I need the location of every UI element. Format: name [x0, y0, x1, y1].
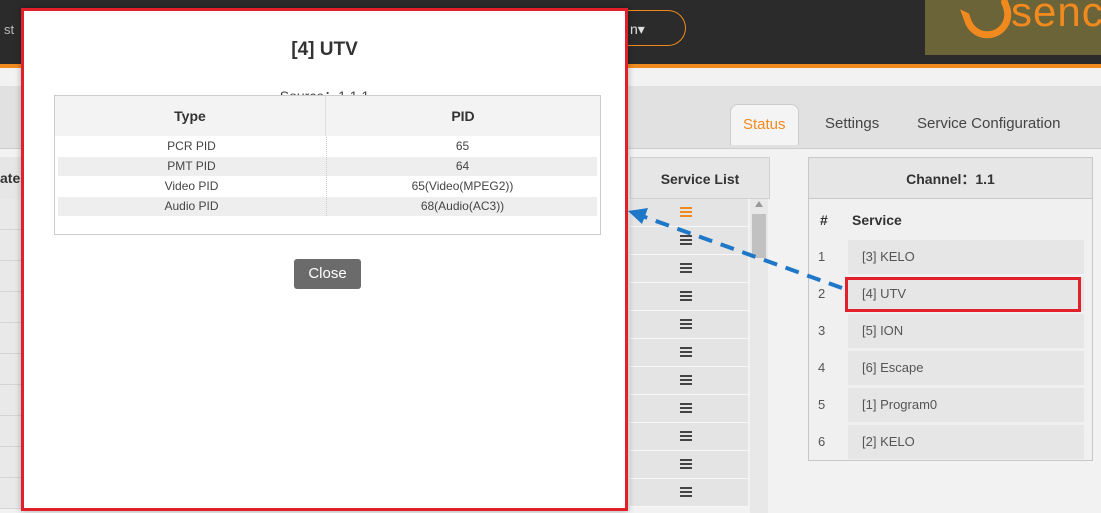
logo-text: senc: [1011, 0, 1101, 35]
arrow-line: [641, 214, 843, 290]
table-row: PCR PID 65: [58, 137, 597, 156]
list-icon[interactable]: [680, 403, 692, 414]
tab-status[interactable]: Status: [730, 104, 799, 145]
service-list-row[interactable]: [630, 423, 748, 451]
channel-row-service[interactable]: [5] ION: [848, 314, 1084, 348]
modal-title: [4] UTV: [291, 39, 358, 60]
list-icon[interactable]: [680, 431, 692, 442]
list-icon[interactable]: [680, 375, 692, 386]
header-dropdown-label[interactable]: n▾: [630, 21, 645, 38]
service-list-header: Service List: [630, 157, 770, 199]
logo-swirl-icon: [959, 0, 1019, 46]
service-list-row[interactable]: [630, 451, 748, 479]
pid-value-cell: 65: [326, 137, 598, 156]
list-icon[interactable]: [680, 347, 692, 358]
channel-title: Channel：1.1: [808, 157, 1093, 199]
pid-table-header-pid: PID: [326, 96, 600, 136]
pid-type-cell: PMT PID: [167, 159, 216, 173]
channel-row-service[interactable]: [1] Program0: [848, 388, 1084, 422]
pid-type-cell: Audio PID: [164, 199, 219, 213]
pid-type-cell: Video PID: [164, 179, 219, 193]
service-list-row[interactable]: [630, 479, 748, 507]
channel-col-service: Service: [852, 212, 902, 228]
tab-settings[interactable]: Settings: [813, 104, 891, 144]
pid-table-header-type: Type: [55, 96, 326, 136]
table-row: Video PID 65(Video(MPEG2)): [58, 177, 597, 196]
service-list-row[interactable]: [630, 395, 748, 423]
channel-row-number: 3: [818, 323, 826, 338]
channel-row-number: 6: [818, 434, 826, 449]
table-row: PMT PID 64: [58, 157, 597, 176]
pid-type-cell: PCR PID: [167, 139, 216, 153]
service-list-row[interactable]: [630, 367, 748, 395]
pid-value-cell: 64: [326, 157, 598, 176]
channel-row-number: 4: [818, 360, 826, 375]
selected-service-highlight: [845, 277, 1081, 312]
annotation-arrow-icon: [628, 208, 843, 290]
close-button[interactable]: Close: [294, 259, 361, 289]
list-icon[interactable]: [680, 459, 692, 470]
channel-row-service[interactable]: [3] KELO: [848, 240, 1084, 274]
service-list-row[interactable]: [630, 311, 748, 339]
tab-service-configuration[interactable]: Service Configuration: [905, 104, 1072, 144]
list-icon[interactable]: [680, 487, 692, 498]
service-detail-modal: [4] UTV Source：1.1.1 Type PID PCR PID 65…: [21, 8, 628, 511]
channel-row-service[interactable]: [6] Escape: [848, 351, 1084, 385]
channel-row-number: 5: [818, 397, 826, 412]
channel-row-service[interactable]: [2] KELO: [848, 425, 1084, 459]
pid-value-cell: 65(Video(MPEG2)): [326, 177, 598, 196]
pid-value-cell: 68(Audio(AC3)): [326, 197, 598, 216]
service-list-row[interactable]: [630, 339, 748, 367]
sencore-logo-icon: senc: [925, 0, 1101, 55]
header-left-text: st: [4, 22, 15, 37]
arrow-head-icon: [628, 208, 648, 224]
table-row: Audio PID 68(Audio(AC3)): [58, 197, 597, 216]
pid-table: Type PID PCR PID 65 PMT PID 64 Video PID…: [54, 95, 601, 235]
list-icon[interactable]: [680, 319, 692, 330]
